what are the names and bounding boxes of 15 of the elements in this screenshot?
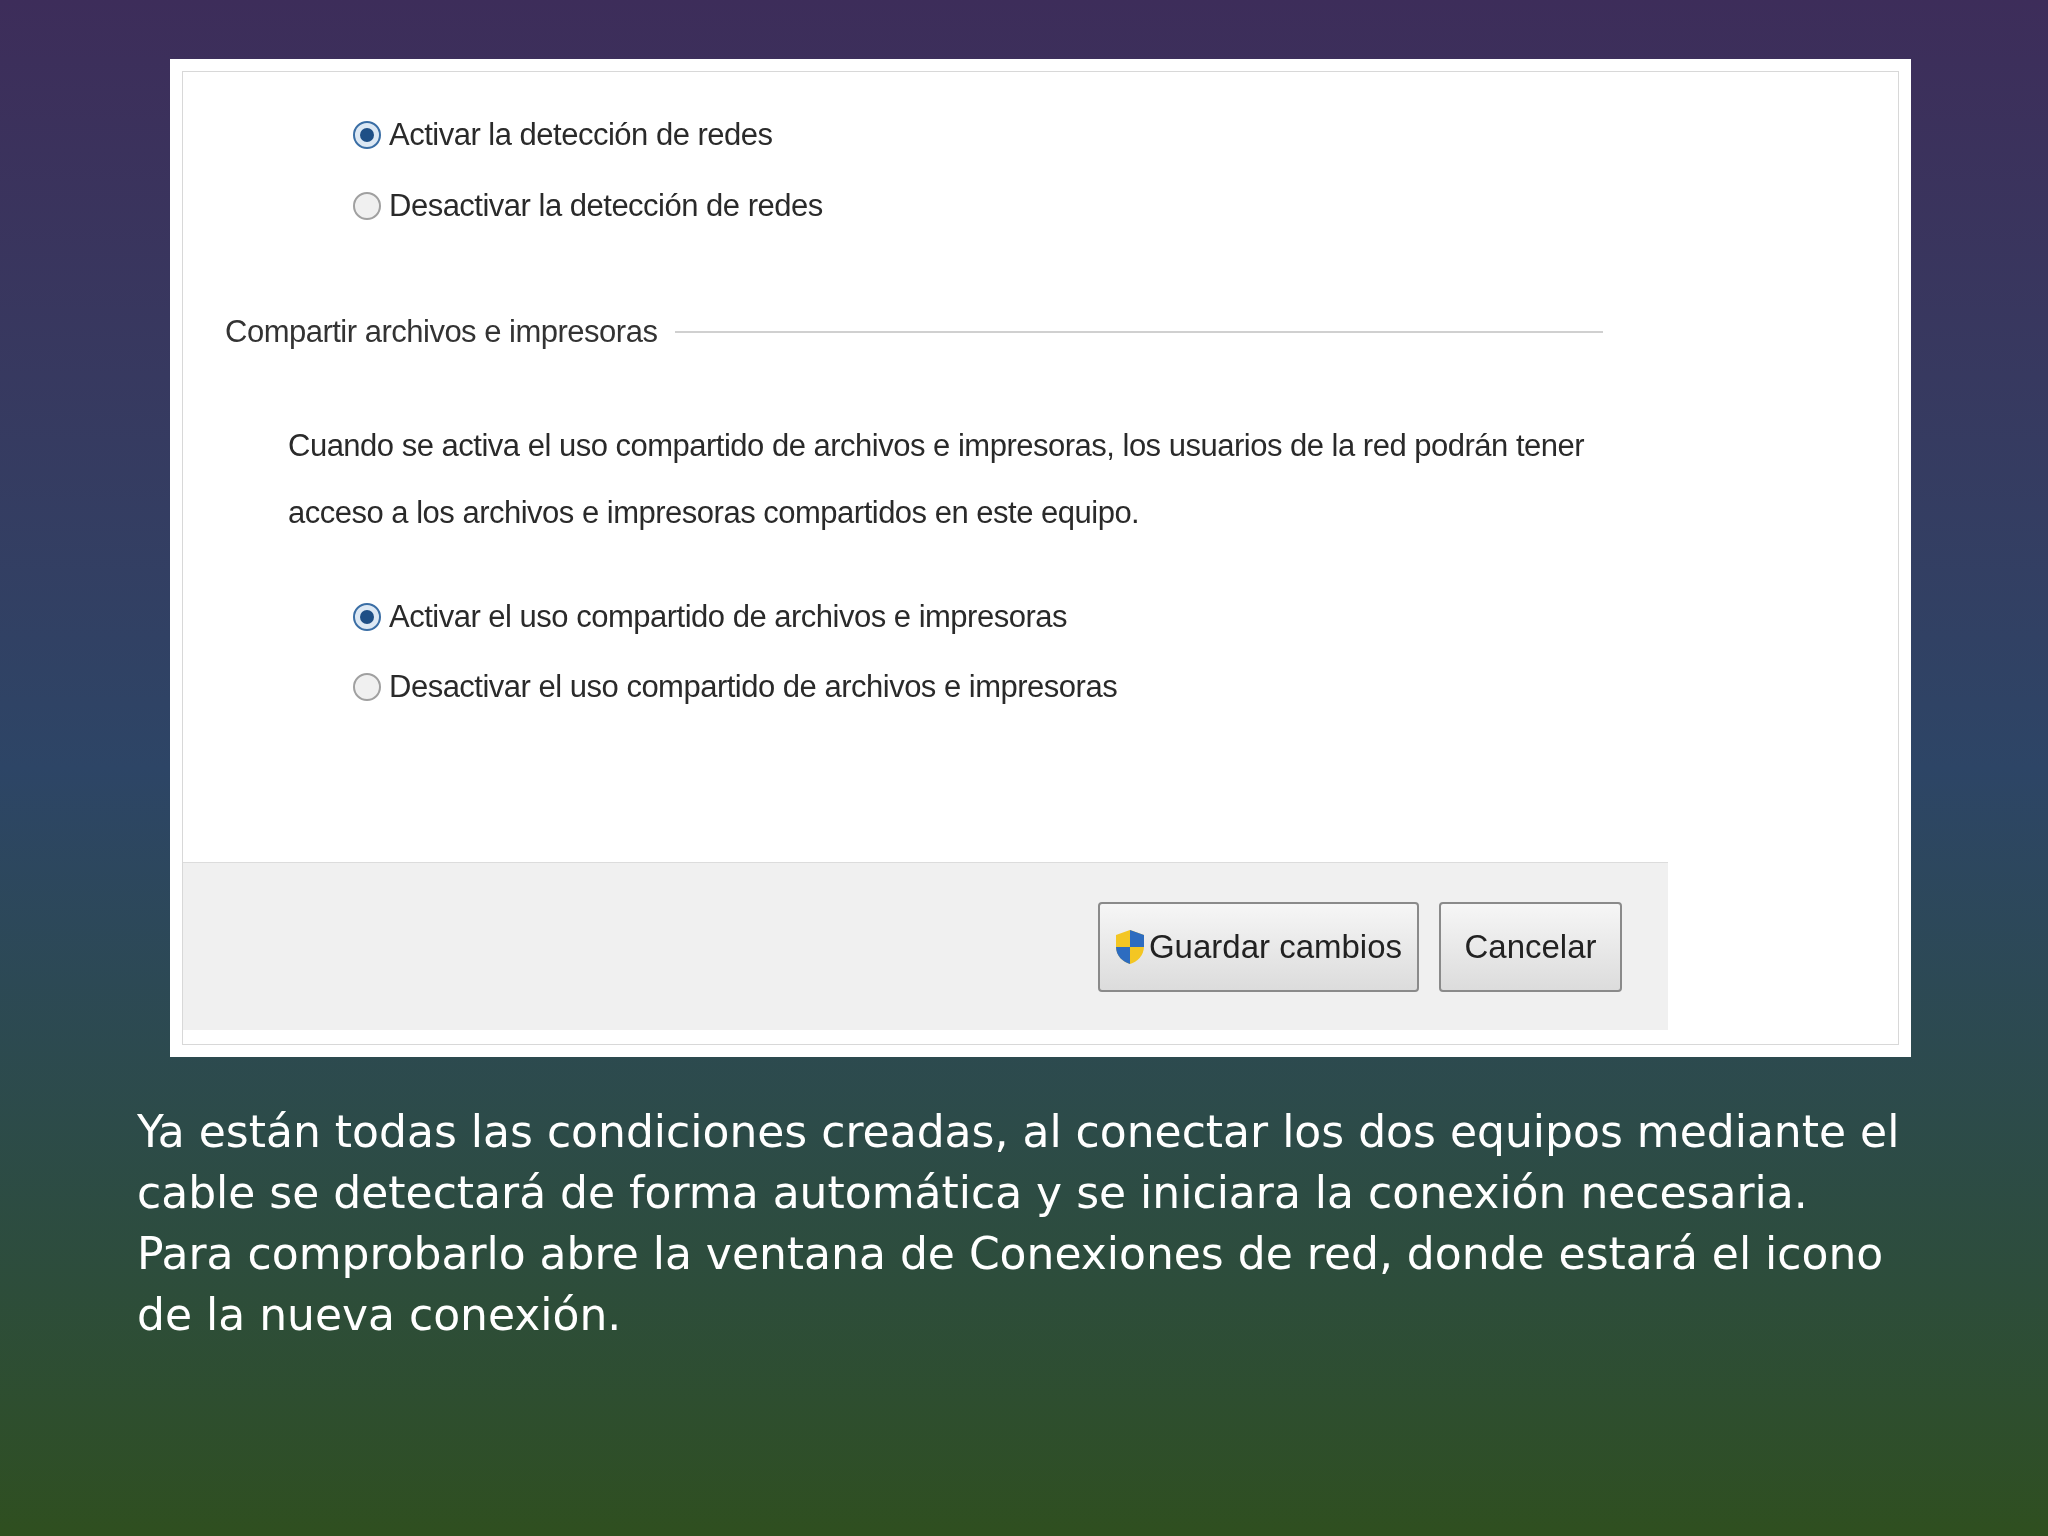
caption-text: Para comprobarlo abre la ventana de Conexiones de red, donde estará el icono de la nueva conexión. [137,1227,1885,1342]
radio-label: Activar el uso compartido de archivos e impresoras [389,597,1067,636]
radio-button[interactable] [353,673,381,702]
save-button[interactable]: Guardar cambios [1098,901,1419,992]
shield-icon [1114,928,1145,965]
section-description: Cuando se activa el uso compartido de archivos e impresoras, los usuarios de la red podrán tener acceso a los archivos e impresoras compartidos en este equipo. [288,426,1586,532]
radio-button[interactable] [353,602,381,631]
caption-text: Ya están todas las condiciones creadas, al conectar los dos equipos mediante el cable se detectará de forma automática y se iniciara la conexión necesaria. [137,1105,1901,1220]
radio-button[interactable] [353,191,381,220]
radio-label: Desactivar el uso compartido de archivos e impresoras [389,668,1118,706]
radio-button[interactable] [353,121,381,150]
radio-label: Desactivar la detección de redes [389,186,823,225]
section-heading: Compartir archivos e impresoras [225,313,658,351]
cancel-button[interactable]: Cancelar [1439,901,1622,992]
radio-label: Activar la detección de redes [389,116,773,154]
